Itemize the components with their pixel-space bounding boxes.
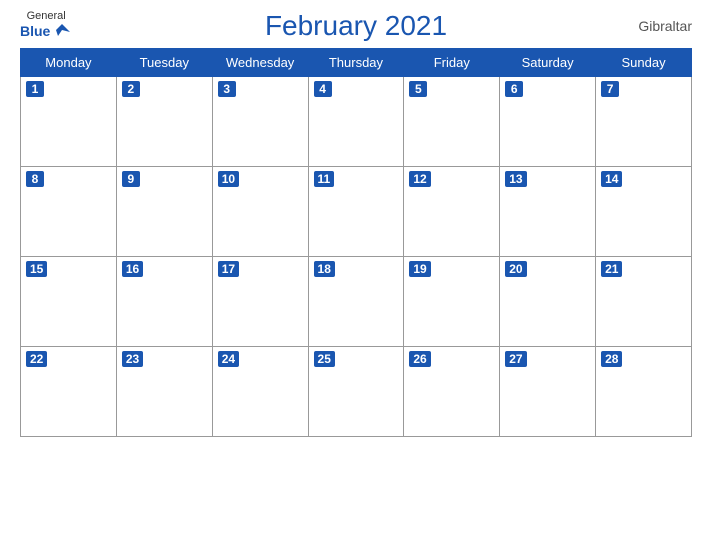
- week-row-3: 15 16 17 18 19 20 21: [21, 257, 692, 347]
- day-number-12: 12: [409, 171, 430, 187]
- calendar-header: General Blue February 2021 Gibraltar: [20, 10, 692, 42]
- week-row-1: 1 2 3 4 5 6 7: [21, 77, 692, 167]
- day-number-19: 19: [409, 261, 430, 277]
- day-number-26: 26: [409, 351, 430, 367]
- calendar-day-1[interactable]: 1: [21, 77, 117, 167]
- day-number-15: 15: [26, 261, 47, 277]
- calendar-body: 1234567891011121314151617181920212223242…: [21, 77, 692, 437]
- calendar-day-11[interactable]: 11: [308, 167, 404, 257]
- logo-blue-text: Blue: [20, 24, 50, 39]
- calendar-day-24[interactable]: 24: [212, 347, 308, 437]
- calendar-day-4[interactable]: 4: [308, 77, 404, 167]
- day-number-4: 4: [314, 81, 332, 97]
- day-number-3: 3: [218, 81, 236, 97]
- calendar-day-12[interactable]: 12: [404, 167, 500, 257]
- calendar-day-26[interactable]: 26: [404, 347, 500, 437]
- calendar-day-2[interactable]: 2: [116, 77, 212, 167]
- day-number-25: 25: [314, 351, 335, 367]
- calendar-day-16[interactable]: 16: [116, 257, 212, 347]
- calendar-day-3[interactable]: 3: [212, 77, 308, 167]
- header-tuesday: Tuesday: [116, 49, 212, 77]
- header-thursday: Thursday: [308, 49, 404, 77]
- week-row-4: 22 23 24 25 26 27 28: [21, 347, 692, 437]
- day-number-13: 13: [505, 171, 526, 187]
- day-number-2: 2: [122, 81, 140, 97]
- day-number-10: 10: [218, 171, 239, 187]
- calendar-day-9[interactable]: 9: [116, 167, 212, 257]
- day-number-23: 23: [122, 351, 143, 367]
- calendar-day-5[interactable]: 5: [404, 77, 500, 167]
- logo-bird-icon: [52, 22, 72, 42]
- day-number-18: 18: [314, 261, 335, 277]
- calendar-title: February 2021: [265, 10, 447, 41]
- day-number-11: 11: [314, 171, 335, 187]
- day-number-20: 20: [505, 261, 526, 277]
- header-sunday: Sunday: [596, 49, 692, 77]
- day-number-8: 8: [26, 171, 44, 187]
- day-number-6: 6: [505, 81, 523, 97]
- calendar-day-6[interactable]: 6: [500, 77, 596, 167]
- calendar-day-25[interactable]: 25: [308, 347, 404, 437]
- weekday-header-row: Monday Tuesday Wednesday Thursday Friday…: [21, 49, 692, 77]
- calendar-day-23[interactable]: 23: [116, 347, 212, 437]
- calendar-day-22[interactable]: 22: [21, 347, 117, 437]
- header-monday: Monday: [21, 49, 117, 77]
- day-number-27: 27: [505, 351, 526, 367]
- logo-general-text: General: [27, 10, 66, 22]
- calendar-day-20[interactable]: 20: [500, 257, 596, 347]
- calendar-table: Monday Tuesday Wednesday Thursday Friday…: [20, 48, 692, 437]
- calendar-day-27[interactable]: 27: [500, 347, 596, 437]
- header-friday: Friday: [404, 49, 500, 77]
- calendar-day-13[interactable]: 13: [500, 167, 596, 257]
- calendar-day-14[interactable]: 14: [596, 167, 692, 257]
- header-saturday: Saturday: [500, 49, 596, 77]
- day-number-28: 28: [601, 351, 622, 367]
- day-number-24: 24: [218, 351, 239, 367]
- calendar-day-15[interactable]: 15: [21, 257, 117, 347]
- day-number-16: 16: [122, 261, 143, 277]
- logo: General Blue: [20, 10, 72, 42]
- calendar-title-area: February 2021: [265, 10, 447, 42]
- day-number-17: 17: [218, 261, 239, 277]
- day-number-1: 1: [26, 81, 44, 97]
- calendar-day-7[interactable]: 7: [596, 77, 692, 167]
- week-row-2: 8 9 10 11 12 13 14: [21, 167, 692, 257]
- header-wednesday: Wednesday: [212, 49, 308, 77]
- day-number-21: 21: [601, 261, 622, 277]
- day-number-22: 22: [26, 351, 47, 367]
- calendar-day-28[interactable]: 28: [596, 347, 692, 437]
- region-label: Gibraltar: [638, 18, 692, 34]
- calendar-day-10[interactable]: 10: [212, 167, 308, 257]
- calendar-day-21[interactable]: 21: [596, 257, 692, 347]
- calendar-day-18[interactable]: 18: [308, 257, 404, 347]
- calendar-day-17[interactable]: 17: [212, 257, 308, 347]
- day-number-9: 9: [122, 171, 140, 187]
- calendar-day-19[interactable]: 19: [404, 257, 500, 347]
- day-number-7: 7: [601, 81, 619, 97]
- day-number-14: 14: [601, 171, 622, 187]
- calendar-day-8[interactable]: 8: [21, 167, 117, 257]
- day-number-5: 5: [409, 81, 427, 97]
